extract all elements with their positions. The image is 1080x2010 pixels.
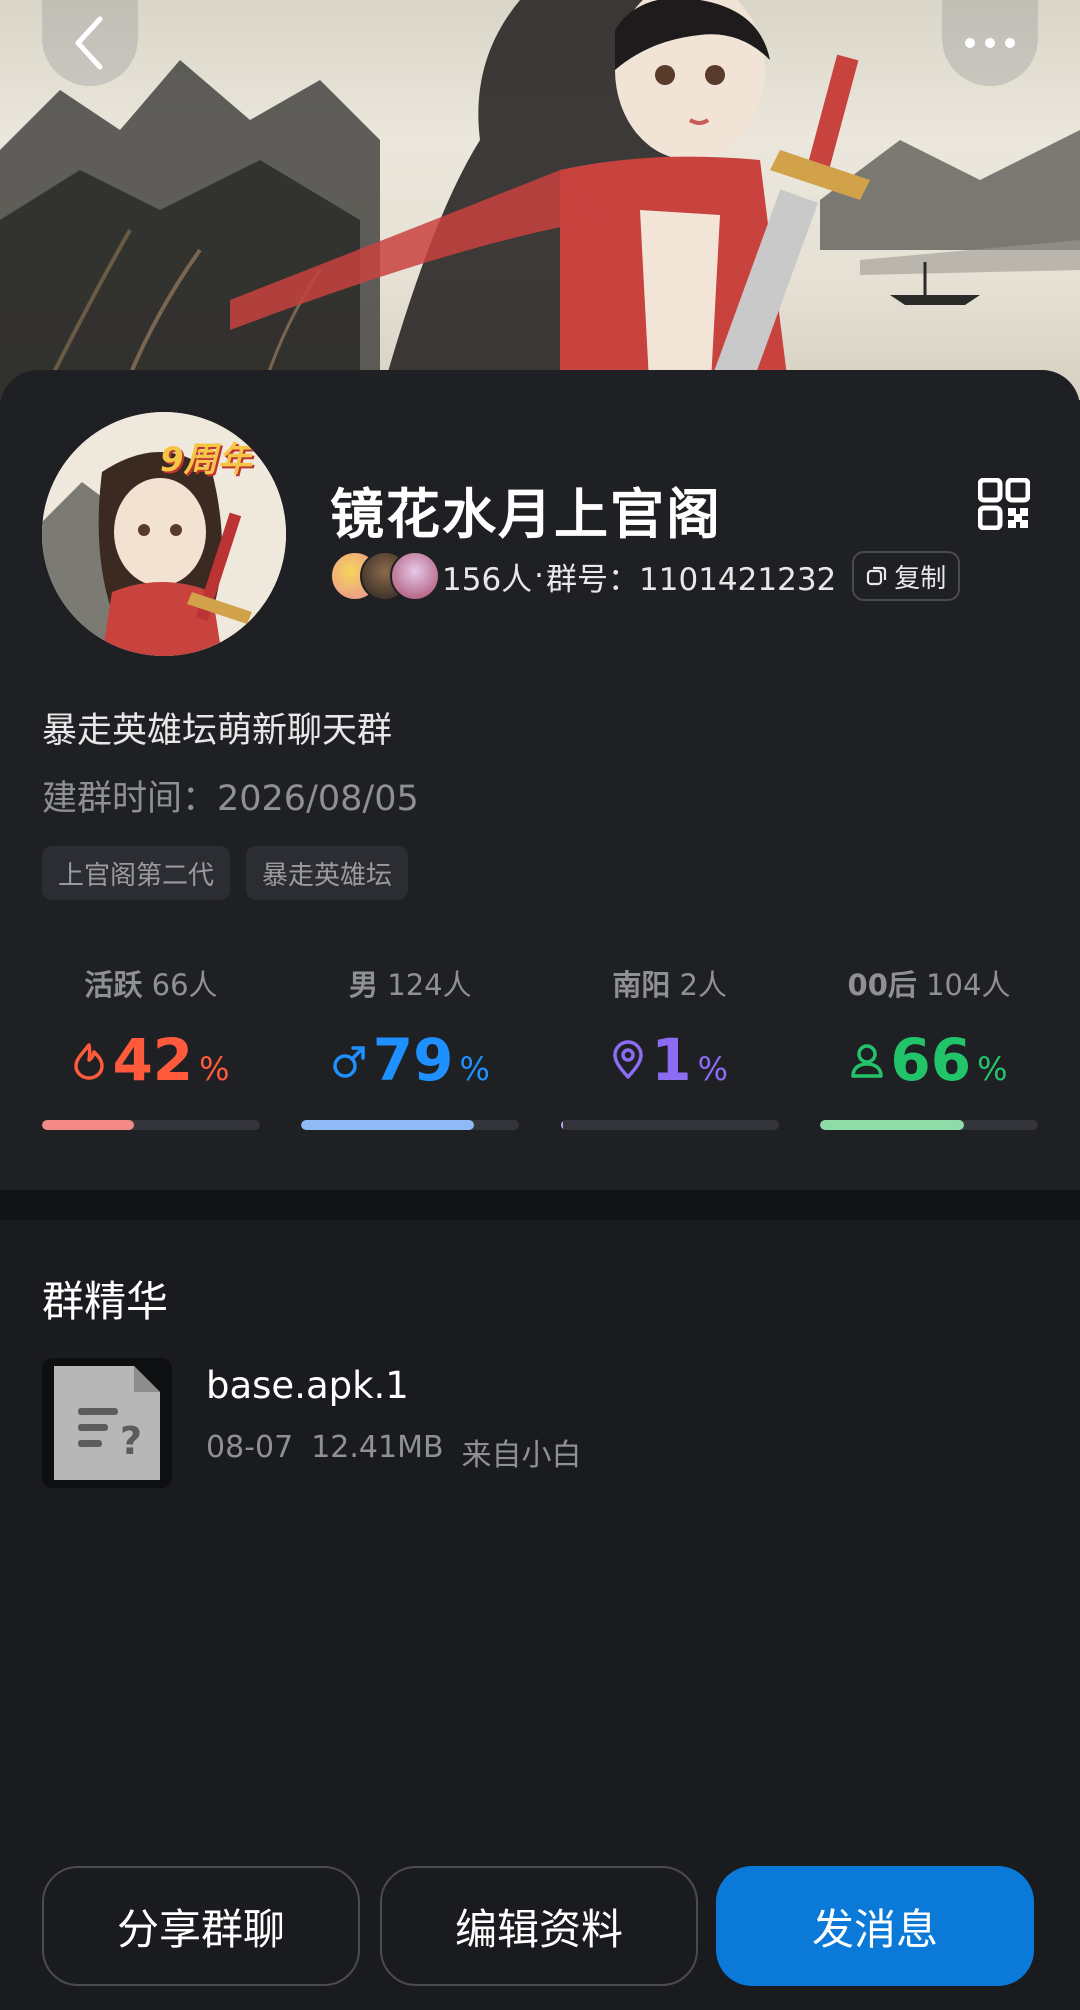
group-avatar[interactable]: 9周年 <box>42 412 286 656</box>
more-horizontal-icon <box>965 38 1015 48</box>
stat-unit: % <box>697 1050 729 1088</box>
svg-text:?: ? <box>120 1419 142 1463</box>
stat-male[interactable]: 男 124人 79 % <box>301 962 520 1130</box>
stat-label: 活跃 66人 <box>84 962 217 1002</box>
stat-value-row: 1 % <box>611 1026 729 1094</box>
group-name: 镜花水月上官阁 <box>330 483 722 546</box>
stat-unit: % <box>199 1050 230 1088</box>
stat-label-text: 活跃 <box>84 968 143 1002</box>
stat-label-text: 00后 <box>847 968 917 1002</box>
group-tag[interactable]: 上官阁第二代 <box>42 846 231 900</box>
file-meta: 08-07 12.41MB 来自小白 <box>206 1430 582 1474</box>
stat-unit: % <box>459 1050 490 1088</box>
flame-icon <box>74 1043 105 1080</box>
stat-count: 2人 <box>679 968 727 1002</box>
share-group-button[interactable]: 分享群聊 <box>42 1866 360 1986</box>
stat-progress-bar <box>819 1120 1038 1130</box>
file-date: 08-07 <box>206 1430 294 1465</box>
file-uploader: 来自小白 <box>461 1438 582 1473</box>
group-description: 暴走英雄坛萌新聊天群 <box>42 711 393 751</box>
file-size: 12.41MB <box>311 1430 444 1465</box>
stat-progress-bar <box>42 1120 260 1130</box>
group-created-date: 建群时间：2026/08/05 <box>42 779 419 819</box>
stat-age[interactable]: 00后 104人 66 % <box>819 962 1038 1130</box>
group-id: 群号：1101421232 <box>546 561 837 598</box>
stat-label: 00后 104人 <box>848 962 1011 1002</box>
group-meta-row: 156人 · 群号：1101421232 复制 <box>330 550 961 602</box>
stat-progress-bar <box>301 1120 520 1130</box>
group-tags: 上官阁第二代 暴走英雄坛 <box>42 846 409 900</box>
stat-unit: % <box>977 1050 1008 1088</box>
stat-progress-fill <box>301 1120 474 1130</box>
chevron-left-icon <box>75 16 103 70</box>
essence-file-item[interactable]: ? base.apk.1 08-07 12.41MB 来自小白 <box>42 1354 1038 1490</box>
copy-group-id-button[interactable]: 复制 <box>852 551 961 601</box>
stat-label-text: 男 <box>349 968 379 1002</box>
member-avatar <box>390 551 440 601</box>
file-name: base.apk.1 <box>206 1364 409 1407</box>
stat-label-text: 南阳 <box>612 968 671 1002</box>
stat-percent: 1 <box>651 1026 692 1094</box>
location-pin-icon <box>613 1040 644 1079</box>
stat-value-row: 66 % <box>850 1026 1008 1094</box>
stat-active[interactable]: 活跃 66人 42 % <box>42 962 260 1130</box>
edit-profile-button[interactable]: 编辑资料 <box>380 1866 698 1986</box>
stat-location[interactable]: 南阳 2人 1 % <box>560 962 779 1130</box>
section-divider <box>0 1190 1080 1220</box>
male-icon <box>333 1046 365 1078</box>
cover-illustration <box>0 0 1080 400</box>
stat-progress-fill <box>560 1120 563 1130</box>
person-icon <box>851 1044 884 1078</box>
unknown-file-icon: ? <box>54 1366 160 1480</box>
anniversary-badge: 9周年 <box>160 440 252 480</box>
stat-value-row: 79 % <box>331 1026 490 1094</box>
meta-separator: · <box>534 558 545 594</box>
stat-label: 男 124人 <box>349 962 472 1002</box>
stat-progress-fill <box>42 1120 134 1130</box>
stat-progress-fill <box>819 1120 964 1130</box>
stat-percent: 66 <box>890 1026 972 1094</box>
member-count[interactable]: 156人 <box>442 554 532 599</box>
stat-count: 66人 <box>151 968 218 1002</box>
copy-icon <box>867 566 887 586</box>
stat-percent: 42 <box>112 1026 194 1094</box>
stat-progress-bar <box>560 1120 779 1130</box>
stat-label: 南阳 2人 <box>612 962 727 1002</box>
send-message-button[interactable]: 发消息 <box>716 1866 1034 1986</box>
stat-percent: 79 <box>372 1026 454 1094</box>
stat-count: 124人 <box>387 968 472 1002</box>
group-tag[interactable]: 暴走英雄坛 <box>246 846 409 900</box>
qr-code-button[interactable] <box>977 477 1031 531</box>
cover-banner <box>0 0 1080 400</box>
qr-code-icon <box>977 477 1031 531</box>
stat-value-row: 42 % <box>72 1026 230 1094</box>
file-thumbnail: ? <box>42 1358 172 1488</box>
member-avatars[interactable] <box>330 551 440 601</box>
essence-title: 群精华 <box>42 1277 169 1326</box>
group-stats: 活跃 66人 42 % 男 124人 79 % 南阳 2人 1 % 00后 10… <box>42 962 1038 1130</box>
stat-count: 104人 <box>926 968 1011 1002</box>
copy-label: 复制 <box>894 563 947 594</box>
